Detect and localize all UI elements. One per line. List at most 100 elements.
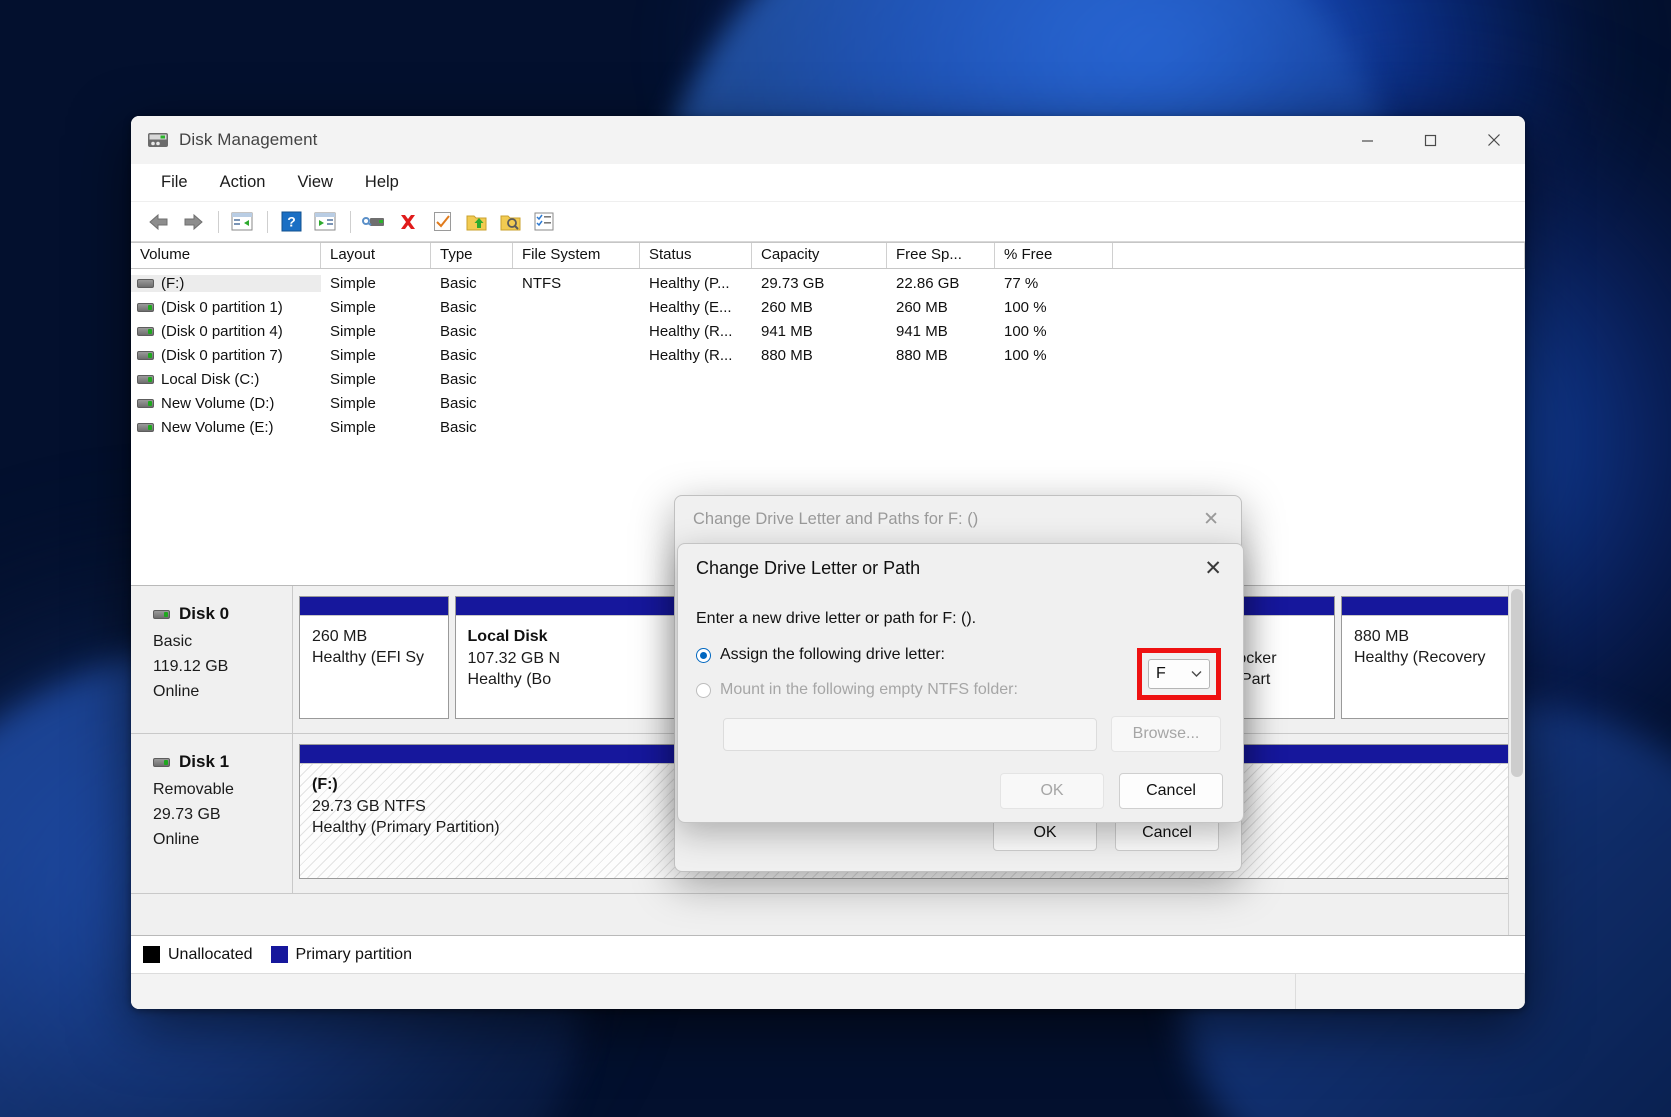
inner-dialog-title: Change Drive Letter or Path — [696, 558, 920, 579]
volume-type-cell: Basic — [431, 275, 513, 292]
search-icon[interactable] — [494, 207, 526, 237]
close-button[interactable] — [1462, 116, 1525, 164]
help-icon[interactable]: ? — [275, 207, 307, 237]
table-row[interactable]: New Volume (D:) SimpleBasic — [131, 391, 1525, 415]
drive-letter-select[interactable]: F — [1148, 659, 1210, 689]
volume-status-cell: Healthy (P... — [640, 275, 752, 292]
volume-name-cell: New Volume (D:) — [131, 395, 321, 412]
table-row[interactable]: New Volume (E:)SimpleBasic — [131, 415, 1525, 439]
drive-icon — [137, 279, 154, 288]
assign-drive-letter-radio[interactable] — [696, 648, 711, 663]
volume-fs-cell: NTFS — [513, 275, 640, 292]
volume-status-cell: Healthy (E... — [640, 299, 752, 316]
export-list-icon[interactable] — [460, 207, 492, 237]
status-bar-cell — [1296, 974, 1525, 1009]
volume-name-label: Local Disk (C:) — [161, 371, 259, 388]
menu-item-help[interactable]: Help — [353, 170, 411, 195]
drive-letter-value: F — [1156, 665, 1166, 683]
partition-health: Healthy (Recovery — [1354, 649, 1506, 667]
assign-drive-letter-label: Assign the following drive letter: — [720, 646, 945, 664]
graphical-view-scrollbar[interactable] — [1508, 586, 1525, 935]
volume-layout-cell: Simple — [321, 371, 431, 388]
toolbar: ? — [131, 202, 1525, 242]
volume-status-cell: Healthy (R... — [640, 323, 752, 340]
properties-icon[interactable] — [426, 207, 458, 237]
volume-name-cell: (Disk 0 partition 7) — [131, 347, 321, 364]
table-row[interactable]: (Disk 0 partition 7)SimpleBasicHealthy (… — [131, 343, 1525, 367]
volume-status-cell: Healthy (R... — [640, 347, 752, 364]
table-row[interactable]: (F:)SimpleBasicNTFSHealthy (P...29.73 GB… — [131, 271, 1525, 295]
volume-pct-cell: 100 % — [995, 323, 1113, 340]
mount-in-ntfs-folder-radio[interactable] — [696, 683, 711, 698]
partition-health: Healthy (EFI Sy — [312, 649, 438, 667]
disk-info-panel[interactable]: Disk 1Removable29.73 GBOnline — [131, 734, 293, 893]
menu-item-view[interactable]: View — [285, 170, 344, 195]
column-header-layout[interactable]: Layout — [321, 243, 431, 268]
chevron-down-icon — [1191, 667, 1202, 681]
partition-block[interactable]: 880 MBHealthy (Recovery — [1341, 596, 1517, 719]
outer-dialog-close-icon[interactable]: ✕ — [1193, 502, 1229, 537]
column-header-status[interactable]: Status — [640, 243, 752, 268]
column-header-filler — [1113, 243, 1525, 268]
show-hide-action-pane-icon[interactable] — [309, 207, 341, 237]
volume-name-label: (Disk 0 partition 7) — [161, 347, 283, 364]
volume-capacity-cell: 880 MB — [752, 347, 887, 364]
column-header-volume[interactable]: Volume — [131, 243, 321, 268]
volume-layout-cell: Simple — [321, 395, 431, 412]
browse-button[interactable]: Browse... — [1111, 716, 1221, 752]
partition-block[interactable]: 260 MBHealthy (EFI Sy — [299, 596, 449, 719]
outer-dialog-titlebar: Change Drive Letter and Paths for F: () … — [675, 496, 1241, 542]
status-bar — [131, 973, 1525, 1009]
column-header-capacity[interactable]: Capacity — [752, 243, 887, 268]
desktop-wallpaper: Disk Management File Action View Help — [0, 0, 1671, 1117]
mount-path-input[interactable] — [723, 718, 1097, 751]
options-icon[interactable] — [528, 207, 560, 237]
disk-state-label: Online — [153, 831, 292, 849]
forward-arrow-icon[interactable] — [177, 207, 209, 237]
disk-info-panel[interactable]: Disk 0Basic119.12 GBOnline — [131, 586, 293, 733]
volume-type-cell: Basic — [431, 419, 513, 436]
disk-name-label: Disk 0 — [179, 604, 229, 624]
volume-pct-cell: 100 % — [995, 347, 1113, 364]
menu-item-action[interactable]: Action — [208, 170, 278, 195]
table-row[interactable]: Local Disk (C:)SimpleBasic — [131, 367, 1525, 391]
disk-name-label: Disk 1 — [179, 752, 229, 772]
column-header-file-system[interactable]: File System — [513, 243, 640, 268]
volume-name-cell: (Disk 0 partition 1) — [131, 299, 321, 316]
scrollbar-thumb[interactable] — [1511, 589, 1523, 777]
volume-name-label: New Volume (D:) — [161, 395, 274, 412]
toolbar-separator — [218, 211, 219, 233]
inner-dialog-footer: OK Cancel — [678, 752, 1243, 823]
drive-icon-green — [137, 351, 154, 360]
disk-title: Disk 1 — [153, 752, 292, 772]
delete-icon[interactable] — [392, 207, 424, 237]
inner-ok-button[interactable]: OK — [1000, 773, 1104, 809]
inner-cancel-button[interactable]: Cancel — [1119, 773, 1223, 809]
inner-dialog-prompt: Enter a new drive letter or path for F: … — [696, 610, 1221, 628]
legend-swatch-primary-partition — [271, 946, 288, 963]
column-header-free-space[interactable]: Free Sp... — [887, 243, 995, 268]
outer-dialog-title: Change Drive Letter and Paths for F: () — [693, 510, 978, 529]
table-row[interactable]: (Disk 0 partition 1)SimpleBasicHealthy (… — [131, 295, 1525, 319]
maximize-button[interactable] — [1399, 116, 1462, 164]
column-header-type[interactable]: Type — [431, 243, 513, 268]
table-row[interactable]: (Disk 0 partition 4)SimpleBasicHealthy (… — [131, 319, 1525, 343]
svg-text:?: ? — [287, 214, 296, 230]
disk-management-icon — [147, 131, 169, 149]
rescan-disks-icon[interactable] — [358, 207, 390, 237]
volume-name-cell: (F:) — [131, 275, 321, 292]
disk-state-label: Online — [153, 683, 292, 701]
status-bar-cell — [131, 974, 1296, 1009]
column-header-percent-free[interactable]: % Free — [995, 243, 1113, 268]
inner-dialog-titlebar: Change Drive Letter or Path ✕ — [678, 544, 1243, 592]
back-arrow-icon[interactable] — [143, 207, 175, 237]
minimize-button[interactable] — [1336, 116, 1399, 164]
mount-path-row: Browse... — [696, 716, 1221, 752]
volume-type-cell: Basic — [431, 395, 513, 412]
inner-dialog-close-icon[interactable]: ✕ — [1193, 550, 1233, 587]
menu-item-file[interactable]: File — [149, 170, 200, 195]
show-hide-console-tree-icon[interactable] — [226, 207, 258, 237]
drive-icon-green — [137, 327, 154, 336]
legend-swatch-unallocated — [143, 946, 160, 963]
volume-layout-cell: Simple — [321, 419, 431, 436]
